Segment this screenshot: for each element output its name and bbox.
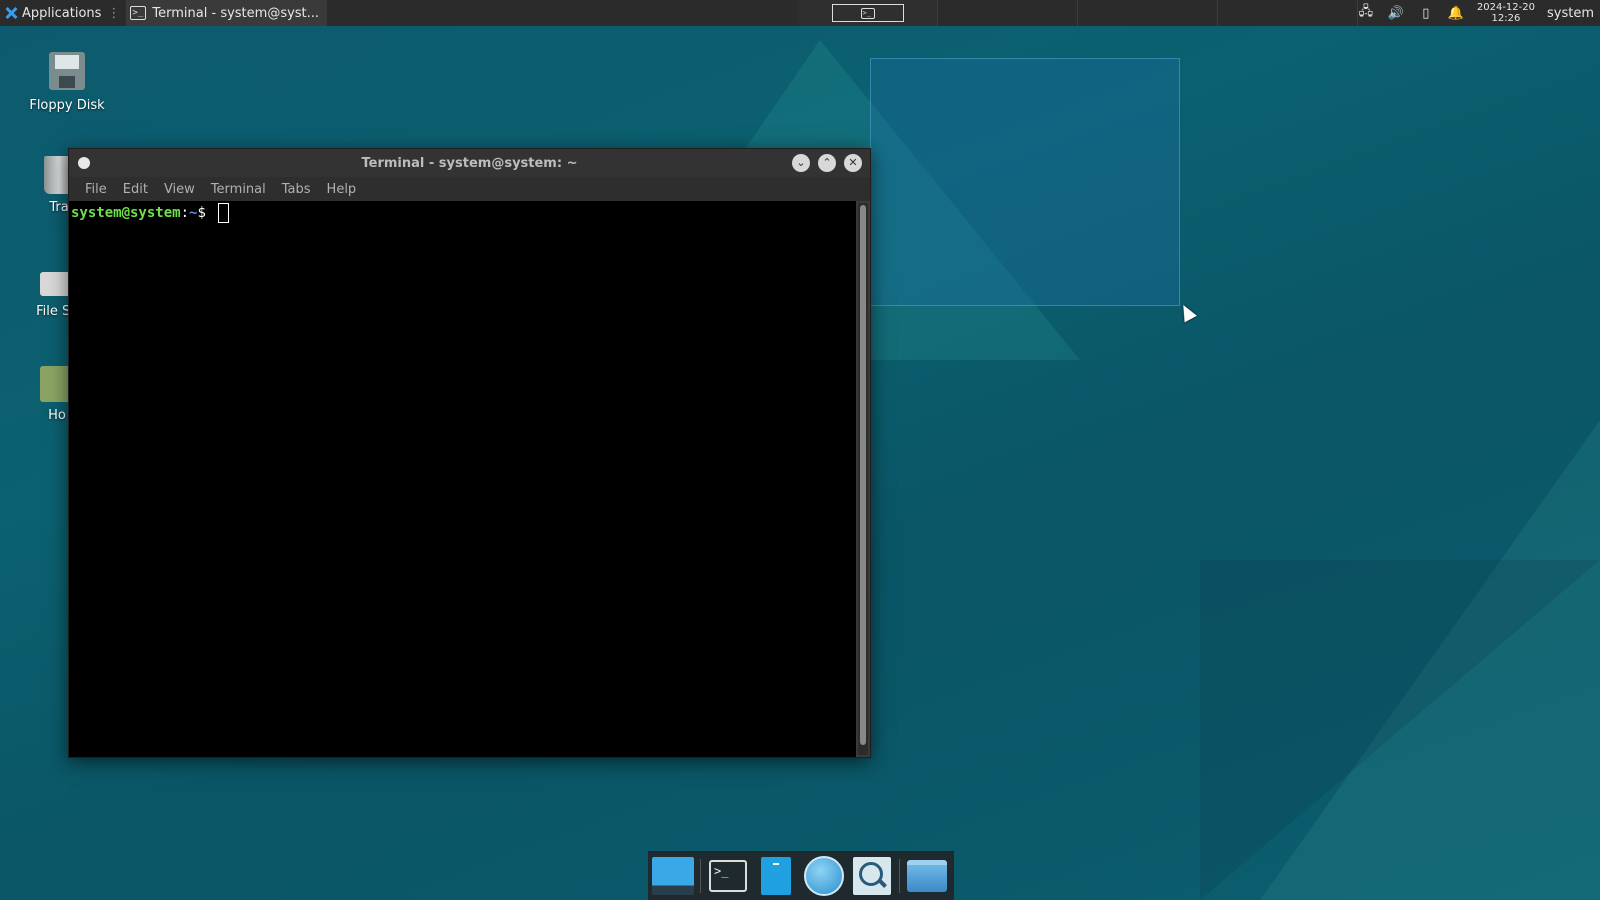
dock-app-finder[interactable] xyxy=(851,855,893,897)
window-menu-icon[interactable] xyxy=(78,157,90,169)
desktop-icon-label: Floppy Disk xyxy=(29,98,105,113)
mouse-pointer-icon xyxy=(1177,301,1197,323)
prompt-line: system@system:~$ xyxy=(71,203,854,223)
top-panel: Applications ⋮ >_ Terminal - system@syst… xyxy=(0,0,1600,26)
prompt-colon: : xyxy=(180,205,190,221)
bell-icon[interactable]: 🔔 xyxy=(1447,5,1465,21)
terminal-icon: >_ xyxy=(709,859,747,892)
battery-icon[interactable]: ▯ xyxy=(1417,5,1435,21)
desktop-selection-rectangle xyxy=(870,58,1180,306)
workspace-2[interactable] xyxy=(938,0,1078,26)
search-icon xyxy=(853,856,891,895)
volume-icon[interactable]: 🔊 xyxy=(1387,5,1405,21)
terminal-output-area[interactable]: system@system:~$ xyxy=(69,201,856,757)
window-title: Terminal - system@system: ~ xyxy=(361,155,578,171)
clock[interactable]: 2024-12-20 12:26 xyxy=(1477,2,1535,24)
terminal-icon: >_ xyxy=(860,7,875,19)
menu-tabs[interactable]: Tabs xyxy=(274,182,319,197)
dock-file-manager[interactable] xyxy=(755,855,797,897)
workspace-switcher: >_ xyxy=(798,0,1358,26)
workspace-3[interactable] xyxy=(1078,0,1218,26)
close-icon[interactable]: ✕ xyxy=(844,154,862,172)
workspace-1[interactable]: >_ xyxy=(798,0,938,26)
user-menu[interactable]: system xyxy=(1547,6,1594,21)
dock-show-desktop[interactable] xyxy=(652,855,694,897)
clock-time: 12:26 xyxy=(1491,13,1521,24)
taskbar-item-terminal[interactable]: >_ Terminal - system@syst... xyxy=(126,0,328,26)
folder-icon xyxy=(907,859,947,892)
terminal-scrollbar[interactable] xyxy=(858,203,868,755)
menu-terminal[interactable]: Terminal xyxy=(203,182,274,197)
terminal-icon: >_ xyxy=(130,6,147,20)
dock-web-browser[interactable] xyxy=(803,855,845,897)
menu-edit[interactable]: Edit xyxy=(115,182,156,197)
applications-label: Applications xyxy=(22,5,102,21)
prompt-user: system@system xyxy=(71,205,181,221)
clock-date: 2024-12-20 xyxy=(1476,2,1535,13)
menu-help[interactable]: Help xyxy=(319,182,365,197)
panel-separator: ⋮ xyxy=(107,5,121,21)
window-controls: ⌄ ⌃ ✕ xyxy=(792,154,862,172)
network-icon[interactable]: 🖧 xyxy=(1357,4,1375,21)
floppy-disk-icon xyxy=(49,52,85,90)
desktop-icon-floppy-disk[interactable]: Floppy Disk xyxy=(22,52,112,113)
workspace-window-preview: >_ xyxy=(831,4,904,22)
dock-separator xyxy=(899,858,900,893)
taskbar-item-label: Terminal - system@syst... xyxy=(152,5,320,21)
terminal-menubar: File Edit View Terminal Tabs Help xyxy=(69,177,870,201)
text-cursor xyxy=(218,203,230,223)
system-tray: 🖧 🔊 ▯ 🔔 2024-12-20 12:26 system xyxy=(1357,0,1600,26)
workspace-4[interactable] xyxy=(1218,0,1358,26)
background-shape xyxy=(1260,420,1600,900)
dock-separator xyxy=(700,858,701,893)
xfce-logo-icon xyxy=(4,6,18,20)
show-desktop-icon xyxy=(652,856,694,895)
desktop-icon-label: Tra xyxy=(49,200,69,215)
dock-terminal[interactable]: >_ xyxy=(707,855,749,897)
dock-folder[interactable] xyxy=(906,855,948,897)
bottom-dock: >_ xyxy=(648,851,954,900)
terminal-window: Terminal - system@system: ~ ⌄ ⌃ ✕ File E… xyxy=(68,148,871,758)
background-shape xyxy=(1200,560,1600,900)
menu-file[interactable]: File xyxy=(77,182,115,197)
file-manager-icon xyxy=(761,856,791,895)
scrollbar-thumb[interactable] xyxy=(860,205,866,745)
maximize-icon[interactable]: ⌃ xyxy=(818,154,836,172)
desktop-icon-label: Ho xyxy=(48,408,66,423)
window-titlebar[interactable]: Terminal - system@system: ~ ⌄ ⌃ ✕ xyxy=(69,149,870,177)
applications-menu-button[interactable]: Applications ⋮ xyxy=(0,0,126,26)
menu-view[interactable]: View xyxy=(156,182,203,197)
minimize-icon[interactable]: ⌄ xyxy=(792,154,810,172)
web-browser-icon xyxy=(804,855,844,896)
prompt-symbol: $ xyxy=(197,205,206,221)
